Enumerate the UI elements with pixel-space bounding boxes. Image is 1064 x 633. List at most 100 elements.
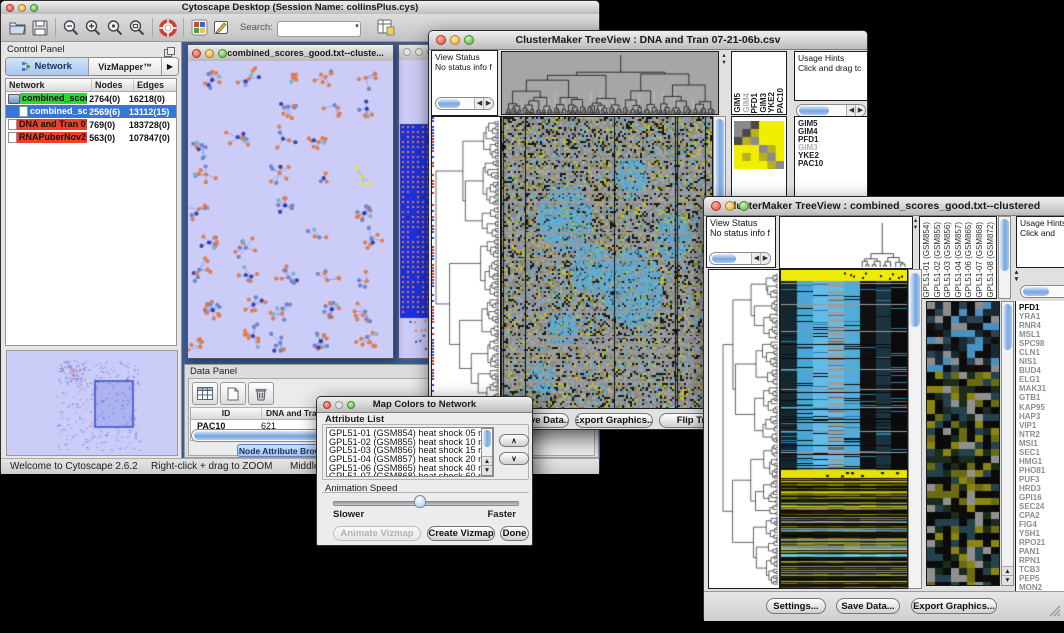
zoom-in-icon[interactable]	[82, 17, 104, 39]
zoom-button[interactable]	[218, 49, 227, 58]
close-button[interactable]	[711, 201, 721, 211]
tv2-labels-vscrollbar[interactable]	[998, 216, 1011, 299]
gene-label[interactable]: CLN1	[1019, 348, 1064, 357]
gene-label[interactable]: SEC1	[1019, 448, 1064, 457]
tv2-heatmap[interactable]	[780, 269, 908, 589]
speed-slider-thumb[interactable]	[414, 495, 426, 508]
attribute-item[interactable]: GPL51-07 (GSM868) heat shock 60 min	[327, 472, 493, 477]
tv2-column-dendrogram[interactable]	[779, 216, 913, 269]
zoom-fit-icon[interactable]	[126, 17, 148, 39]
gene-label[interactable]: CPA2	[1019, 511, 1064, 520]
tv1-row-dendrogram[interactable]	[431, 116, 501, 409]
help-lifesaver-icon[interactable]	[157, 17, 179, 39]
network-canvas-1[interactable]	[188, 61, 393, 358]
network-table-header[interactable]: Network Nodes Edges	[6, 79, 176, 92]
tv1-heatmap[interactable]	[501, 116, 713, 409]
gene-label[interactable]: PAC10	[798, 160, 867, 168]
minimize-button[interactable]	[450, 35, 460, 45]
search-dropdown-icon[interactable]: ▾	[355, 22, 359, 30]
tv2-zoom-heatmap[interactable]	[926, 301, 1000, 586]
minimize-button[interactable]	[205, 49, 214, 58]
minimize-button[interactable]	[725, 201, 735, 211]
tv2-usage-scrollbar[interactable]	[1020, 285, 1064, 298]
tv1-column-dendrogram[interactable]	[501, 51, 719, 115]
zoom-out-icon[interactable]	[60, 17, 82, 39]
gene-label[interactable]: NTR2	[1019, 430, 1064, 439]
zoom-selected-icon[interactable]	[104, 17, 126, 39]
gene-label[interactable]: PEP5	[1019, 574, 1064, 583]
gene-label[interactable]: RNR4	[1019, 321, 1064, 330]
dialog-titlebar[interactable]: Map Colors to Network	[317, 397, 532, 413]
gene-label[interactable]: VIP1	[1019, 421, 1064, 430]
tv1-mini-heatmap[interactable]	[734, 121, 784, 169]
tv2-vscrollbar[interactable]	[908, 269, 922, 589]
gene-label[interactable]: PFD1	[1019, 303, 1064, 312]
minimize-button[interactable]	[335, 401, 343, 409]
tv1-dendro-arrows[interactable]: ▴▾	[720, 52, 728, 66]
gene-label[interactable]: PAN1	[1019, 547, 1064, 556]
tv1-export-graphics-button[interactable]: Export Graphics...	[575, 413, 653, 428]
create-vizmap-button[interactable]: Create Vizmap	[427, 526, 495, 541]
close-button[interactable]	[192, 49, 201, 58]
tab-overflow-button[interactable]: ▶	[162, 58, 178, 75]
birdseye-canvas[interactable]	[7, 351, 177, 455]
animate-vizmap-button[interactable]: Animate Vizmap	[333, 526, 421, 541]
annotation-icon[interactable]	[210, 17, 232, 39]
network-table-row[interactable]: combined_sco2569(6)13112(15)	[6, 105, 176, 118]
search-input[interactable]	[277, 21, 361, 37]
move-up-button[interactable]: ∧	[499, 434, 529, 447]
tab-network[interactable]: Network	[6, 58, 89, 75]
network-table-row[interactable]: DNA and Tran 07769(0)183728(0)	[6, 118, 176, 131]
gene-label[interactable]: YSH1	[1019, 529, 1064, 538]
minimize-button[interactable]	[415, 48, 423, 56]
trash-icon[interactable]	[248, 382, 274, 405]
tv2-status-scrollbar[interactable]: ◀▶	[709, 252, 771, 265]
resize-grip[interactable]	[1046, 602, 1061, 622]
zoom-button[interactable]	[464, 35, 474, 45]
zoom-button[interactable]	[347, 401, 355, 409]
gene-label[interactable]: GPI16	[1019, 493, 1064, 502]
zoom-button[interactable]	[739, 201, 749, 211]
move-down-button[interactable]: ∨	[499, 452, 529, 465]
minimize-button[interactable]	[18, 4, 26, 12]
vizmapper-icon[interactable]	[188, 17, 210, 39]
gene-label[interactable]: SEC24	[1019, 502, 1064, 511]
gene-label[interactable]: TCB3	[1019, 565, 1064, 574]
gene-label[interactable]: FIG4	[1019, 520, 1064, 529]
tv2-labels-arrows[interactable]: ▲▼	[1012, 269, 1021, 283]
tv2-sub-vscrollbar[interactable]: ▲ ▼	[1001, 301, 1014, 586]
dp-col-id[interactable]: ID	[191, 408, 262, 419]
tv2-export-graphics-button[interactable]: Export Graphics...	[911, 598, 997, 614]
tv2-dendro-arrows[interactable]: ▴▾	[912, 217, 919, 231]
tv1-titlebar[interactable]: ClusterMaker TreeView : DNA and Tran 07-…	[429, 31, 867, 50]
speed-slider-track[interactable]	[333, 501, 519, 506]
gene-label[interactable]: PUF3	[1019, 475, 1064, 484]
gene-label[interactable]: RPN1	[1019, 556, 1064, 565]
tv1-status-scrollbar[interactable]: ◀▶	[435, 97, 494, 110]
tv2-titlebar[interactable]: ClusterMaker TreeView : combined_scores_…	[704, 197, 1064, 216]
open-file-icon[interactable]	[7, 17, 29, 39]
gene-label[interactable]: YRA1	[1019, 312, 1064, 321]
main-titlebar[interactable]: Cytoscape Desktop (Session Name: collins…	[1, 1, 599, 15]
gene-label[interactable]: PHO81	[1019, 466, 1064, 475]
tv2-settings-button[interactable]: Settings...	[766, 598, 826, 614]
attribute-list-vscrollbar[interactable]: ▲ ▼	[481, 428, 493, 476]
gene-label[interactable]: KAP95	[1019, 403, 1064, 412]
gene-label[interactable]: RPO21	[1019, 538, 1064, 547]
zoom-button[interactable]	[30, 4, 38, 12]
network-table-row[interactable]: combined_scores2764(0)16218(0)	[6, 92, 176, 105]
close-button[interactable]	[403, 48, 411, 56]
close-button[interactable]	[6, 4, 14, 12]
gene-label[interactable]: HRD3	[1019, 484, 1064, 493]
tv2-row-dendrogram[interactable]	[708, 269, 780, 589]
gene-label[interactable]: HMG1	[1019, 457, 1064, 466]
tv2-save-data-button[interactable]: Save Data...	[836, 598, 900, 614]
gene-label[interactable]: MSI1	[1019, 439, 1064, 448]
done-button[interactable]: Done	[500, 526, 529, 541]
gene-label[interactable]: MSL1	[1019, 330, 1064, 339]
gene-label[interactable]: MAK31	[1019, 384, 1064, 393]
gene-label[interactable]: BUD4	[1019, 366, 1064, 375]
gene-label[interactable]: SPC98	[1019, 339, 1064, 348]
save-icon[interactable]	[29, 17, 51, 39]
network-table-row[interactable]: RNAPuberNov2+563(0)107847(0)	[6, 131, 176, 144]
